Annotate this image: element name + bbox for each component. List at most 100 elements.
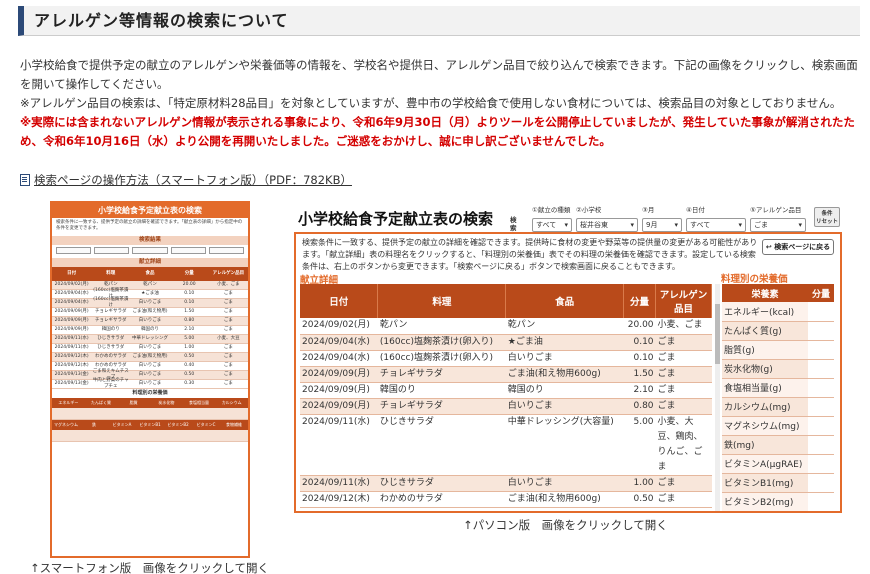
menu-cell-qty: 1.00	[623, 475, 656, 492]
menu-cell-date: 2024/09/02(月)	[300, 318, 378, 335]
phone-detail-label: 献立詳細	[52, 258, 248, 267]
nutrient-value	[808, 435, 834, 455]
nutrient-value	[808, 397, 834, 417]
nutrient-name: ビタミンA(μgRAE)	[722, 454, 808, 474]
phone-table-row: 2024/09/02(月) 乾パン 乾パン 20.00 小麦、ごま	[52, 281, 248, 290]
nutrition-row: エネルギー(kcal)	[722, 302, 834, 322]
phone-table-row: 2024/09/09(月) チョレギサラダ 白いりごま 0.80 ごま	[52, 317, 248, 326]
filter-caption: ①献立の種類	[532, 206, 571, 214]
menu-cell-date: 2024/09/11(水)	[300, 414, 378, 476]
menu-cell-dish: ひじきサラダ	[377, 414, 506, 476]
menu-cell-qty: 0.50	[623, 491, 656, 508]
col-allergen: アレルゲン品目	[655, 284, 712, 318]
nutrient-name: マグネシウム(mg)	[722, 416, 808, 436]
menu-cell-food: 白いりごま	[505, 398, 624, 415]
nutrient-name: ビタミンB1(mg)	[722, 473, 808, 493]
filter-date: すべて	[686, 218, 746, 232]
nutrition-row: マグネシウム(mg)	[722, 416, 834, 436]
menu-cell-food: 韓国のり	[505, 382, 624, 399]
menu-cell-food: 白いりごま	[505, 350, 624, 367]
menu-cell-date: 2024/09/11(水)	[300, 475, 378, 492]
intro-line-1: 小学校給食で提供予定の献立のアレルゲンや栄養価等の情報を、学校名や提供日、アレル…	[20, 58, 858, 91]
nutrition-row: たんぱく質(g)	[722, 321, 834, 341]
menu-row: 2024/09/09(月) 韓国のり 韓国のり 2.10 ごま	[300, 382, 712, 399]
menu-cell-allergen: ごま	[655, 491, 712, 508]
filter-caption: ③月	[642, 206, 655, 214]
phone-table-row: 2024/09/13(金) 牛肉と野菜のチャプチェ 白いりごま 0.30 ごま	[52, 378, 248, 389]
pc-caption: ↑パソコン版 画像をクリックして開く	[463, 518, 668, 532]
menu-cell-food: 白いりごま	[505, 475, 624, 492]
menu-cell-qty: 5.00	[623, 414, 656, 476]
filter-menu-type: すべて	[532, 218, 572, 232]
nutrient-value	[808, 359, 834, 379]
menu-row: 2024/09/04(水) (160cc)塩麹茶漬け(卵入り) ★ごま油 0.10 ごま	[300, 334, 712, 351]
phone-table-row: 2024/09/13(金) ごま和えキムチスープ 白いりごま 0.50 ごま	[52, 369, 248, 380]
pc-result-frame: 検索条件に一致する、提供予定の献立の詳細を確認できます。提供時に食材の変更や野菜…	[294, 232, 842, 513]
phone-filter-row	[52, 245, 248, 256]
nutrient-value	[808, 416, 834, 436]
phone-table-row: 2024/09/04(水) (160cc)塩麹茶漬け ★ごま油 0.10 ごま	[52, 288, 248, 299]
pdf-manual-link[interactable]: 検索ページの操作方法（スマートフォン版）（PDF：782KB）	[20, 172, 352, 188]
nutrient-name: ビタミンC(mg)	[722, 511, 808, 513]
pc-preview-image[interactable]: 小学校給食予定献立表の検索 検索条件 ①献立の種類 ②小学校 ③月 ④日付 ⑤ア…	[294, 198, 842, 513]
menu-cell-date: 2024/09/04(水)	[300, 334, 378, 351]
menu-cell-allergen: ごま	[655, 382, 712, 399]
phone-table-body: 2024/09/02(月) 乾パン 乾パン 20.00 小麦、ごま 2024/09/04(…	[52, 281, 248, 389]
pdf-document-icon	[20, 174, 30, 186]
col-food: 食品	[505, 284, 625, 318]
menu-row: 2024/09/11(水) ひじきサラダ 白いりごま 1.00 ごま	[300, 475, 712, 492]
nutrition-heading: 料理別の栄養価	[721, 274, 788, 285]
menu-cell-date: 2024/09/09(月)	[300, 398, 378, 415]
phone-table-head: 日付 料理 食品 分量 アレルゲン品目	[52, 267, 248, 281]
nutrient-name: ビタミンB2(mg)	[722, 492, 808, 511]
pc-description: 検索条件に一致する、提供予定の献立の詳細を確認できます。提供時に食材の変更や野菜…	[302, 238, 758, 271]
phone-table-row: 2024/09/09(月) チョレギサラダ ごま油(和え物用) 1.50 ごま	[52, 308, 248, 317]
menu-cell-dish: (160cc)塩麹茶漬け(卵入り)	[377, 350, 506, 367]
intro-text: 小学校給食で提供予定の献立のアレルゲンや栄養価等の情報を、学校名や提供日、アレル…	[20, 56, 860, 151]
phone-nutrition-row	[52, 430, 248, 442]
menu-cell-food: 乾パン	[505, 318, 624, 335]
nutrient-name: 脂質(g)	[722, 340, 808, 360]
nutrition-row: 鉄(mg)	[722, 435, 834, 455]
menu-cell-date: 2024/09/09(月)	[300, 366, 378, 383]
menu-cell-allergen: ごま	[655, 366, 712, 383]
nutrition-row: ビタミンB1(mg)	[722, 473, 834, 493]
phone-table-row: 2024/09/09(月) 韓国のり 韓国のり 2.10 ごま	[52, 326, 248, 335]
nutrient-name: カルシウム(mg)	[722, 397, 808, 417]
menu-table-scrollbar	[715, 284, 720, 511]
nutrition-row: ビタミンB2(mg)	[722, 492, 834, 511]
warning-notice: ※実際には含まれないアレルゲン情報が表示される事象により、令和6年9月30日（月…	[20, 115, 855, 148]
nutrient-value	[808, 321, 834, 341]
menu-cell-date: 2024/09/12(木)	[300, 491, 378, 508]
nutrition-table: 栄養素 分量 エネルギー(kcal) たんぱく質(g) 脂質(g) 炭水化物(g) 食塩…	[722, 284, 834, 513]
menu-cell-date: 2024/09/04(水)	[300, 350, 378, 367]
smartphone-preview-image[interactable]: 小学校給食予定献立表の検索 検索条件に一致する、提供予定の献立の詳細を確認できま…	[50, 201, 250, 558]
pdf-manual-link-text[interactable]: 検索ページの操作方法（スマートフォン版）（PDF：782KB）	[34, 173, 352, 187]
nutrient-value	[808, 302, 834, 322]
menu-cell-allergen: ごま	[655, 334, 712, 351]
phone-nutrition-head-2: マグネシウム鉄ビタミンA ビタミンB1 ビタミンB2 ビタミンC 食物繊維	[52, 420, 248, 430]
filter-caption: ②小学校	[576, 206, 602, 214]
nutrition-row: 脂質(g)	[722, 340, 834, 360]
menu-cell-food: ★ごま油	[505, 334, 624, 351]
nutrient-value	[808, 511, 834, 513]
menu-cell-qty: 1.50	[623, 366, 656, 383]
nutrient-value	[808, 340, 834, 360]
nutrient-name: たんぱく質(g)	[722, 321, 808, 341]
phone-title: 小学校給食予定献立表の検索	[52, 203, 248, 218]
filter-caption: ⑤アレルゲン品目	[750, 206, 802, 214]
phone-table-row: 2024/09/12(木) わかめのサラダ ごま油(和え物用) 0.50 ごま	[52, 353, 248, 362]
nutrition-row: 炭水化物(g)	[722, 359, 834, 379]
menu-cell-allergen: ごま	[655, 398, 712, 415]
phone-nutrition-label: 料理別の栄養価	[52, 389, 248, 398]
menu-cell-date: 2024/09/09(月)	[300, 382, 378, 399]
phone-table-row: 2024/09/11(水) ひじきサラダ 白いりごま 1.00 ごま	[52, 344, 248, 353]
back-to-search-button: ↩ 検索ページに戻る	[762, 239, 834, 255]
menu-row: 2024/09/11(水) ひじきサラダ 中華ドレッシング(大容量) 5.00 小麦、大…	[300, 414, 712, 476]
nutrient-value	[808, 492, 834, 511]
menu-cell-food: 中華ドレッシング(大容量)	[505, 414, 624, 476]
nutrition-row: カルシウム(mg)	[722, 397, 834, 417]
menu-cell-allergen: ごま	[655, 350, 712, 367]
menu-cell-allergen: 小麦、大豆、鶏肉、りんご、ごま	[655, 414, 712, 476]
col-amount: 分量	[808, 284, 834, 302]
